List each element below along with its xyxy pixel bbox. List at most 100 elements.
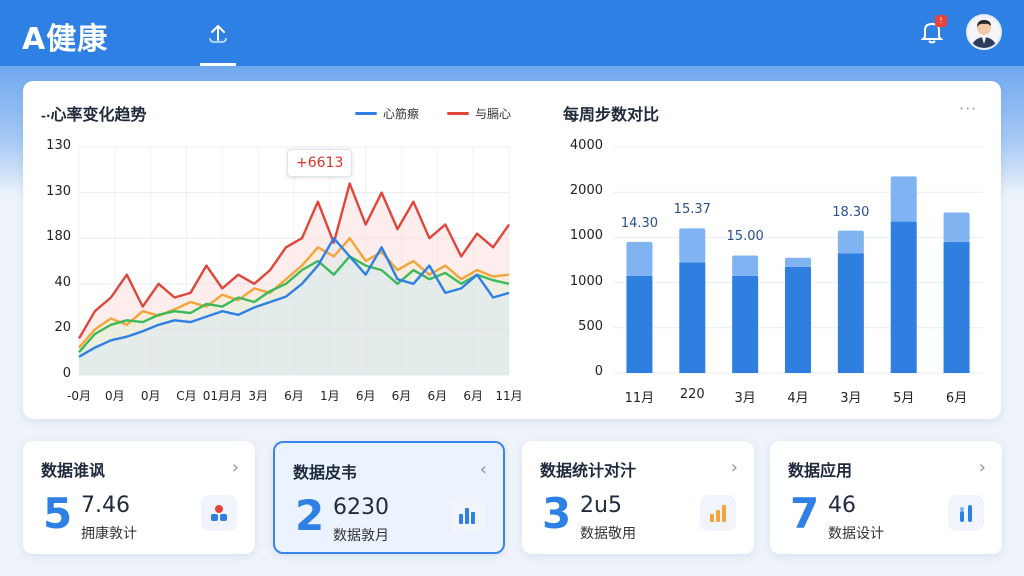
- bar-segment-top: [837, 230, 864, 254]
- bar-segment-main: [679, 262, 706, 373]
- bar-x-tick-label: 3月: [734, 391, 756, 406]
- line-x-tick-label: 6月: [391, 389, 412, 403]
- stat-icon-tile: [700, 495, 736, 531]
- bar-chart-title: 每周步数对比: [563, 105, 660, 124]
- line-x-tick-label: 3月: [248, 389, 268, 403]
- line-x-tick-label: 6月: [284, 389, 304, 403]
- stat-subtitle: 拥康敦计: [81, 526, 137, 542]
- bar-segment-main: [626, 275, 653, 373]
- chevron-right-icon[interactable]: ›: [731, 457, 738, 478]
- legend-item-2[interactable]: 与膈心: [447, 105, 511, 122]
- bar-y-tick-label: 0: [594, 364, 603, 379]
- line-x-tick-label: -0月: [67, 389, 91, 403]
- stat-title: 数据谁讽: [41, 461, 106, 480]
- bar-data-label: 15.00: [726, 229, 764, 245]
- stat-subtitle: 数据敬用: [580, 526, 636, 542]
- stat-value: 46: [828, 493, 856, 518]
- bar-y-tick-label: 1000: [569, 273, 603, 289]
- line-x-tick-label: 6月: [427, 389, 448, 403]
- legend-swatch-2: [447, 112, 469, 115]
- legend-label-1: 心筋瘵: [383, 107, 420, 121]
- tooltip-value: +6613: [296, 155, 344, 171]
- line-y-tick-label: 20: [54, 320, 71, 336]
- bar-segment-main: [732, 275, 759, 373]
- legend-label-2: 与膈心: [475, 107, 512, 121]
- stat-big-number: 5: [43, 489, 73, 538]
- bar-segment-main: [837, 253, 864, 373]
- bar-segment-top: [785, 257, 811, 267]
- bar-y-tick-label: 500: [578, 318, 603, 334]
- bar-segment-top: [943, 212, 970, 242]
- bar-chart-plot: [613, 146, 983, 374]
- top-bar: A健康 !: [0, 0, 1024, 66]
- bar-segment-main: [785, 266, 811, 373]
- bar-segment-top: [890, 176, 917, 222]
- bar-segment-top: [626, 241, 653, 276]
- bar-x-tick-label: 11月: [624, 391, 655, 406]
- legend-item-1[interactable]: 心筋瘵: [355, 105, 419, 122]
- legend-swatch-1: [355, 112, 377, 115]
- bar-y-tick-label: 2000: [569, 183, 603, 199]
- line-chart-title-text: 心率变化趋势: [50, 105, 147, 124]
- line-x-tick-label: 6月: [355, 389, 376, 403]
- line-x-tick-label: C月: [176, 389, 197, 403]
- app-logo[interactable]: A健康: [22, 14, 108, 58]
- upload-icon: [209, 24, 227, 43]
- stat-card[interactable]: 数据应用 › 7 46 数据设计: [770, 441, 1002, 554]
- stat-card[interactable]: 数据统计对汁 › 3 2u5 数据敬用: [522, 441, 754, 554]
- bar-x-tick-label: 3月: [840, 391, 862, 406]
- bar-segment-main: [943, 241, 970, 373]
- stat-subtitle: 数据敦月: [333, 528, 389, 544]
- nav-tab-home[interactable]: [200, 16, 236, 66]
- bar-x-tick-label: 6月: [945, 391, 968, 406]
- stat-icon-tile: [201, 495, 237, 531]
- line-chart-title-prefix: -·: [41, 109, 51, 123]
- more-icon[interactable]: ···: [959, 99, 977, 118]
- bar-segment-top: [679, 228, 706, 263]
- stat-value: 6230: [333, 495, 389, 520]
- charts-card: -·心率变化趋势 心筋瘵 与膈心 +6613 每周步数对比 ··· 130 130…: [23, 81, 1001, 419]
- line-y-tick-label: 130: [46, 138, 71, 153]
- stat-big-number: 7: [790, 489, 820, 538]
- chevron-left-icon[interactable]: ‹: [480, 459, 487, 480]
- stat-value: 7.46: [81, 493, 130, 518]
- user-avatar-icon: [971, 20, 997, 48]
- line-x-tick-label: 6月: [463, 389, 483, 403]
- bar-x-tick-label: 5月: [893, 391, 915, 406]
- bar-x-tick-label: 220: [679, 387, 705, 402]
- stat-title: 数据统计对汁: [540, 461, 637, 480]
- stat-card[interactable]: 数据皮韦 ‹ 2 6230 数据敦月: [273, 441, 505, 554]
- stat-card[interactable]: 数据谁讽 › 5 7.46 拥康敦计: [23, 441, 255, 554]
- bar-data-label: 18.30: [832, 204, 870, 220]
- bar-data-label: 14.30: [620, 215, 659, 231]
- line-x-tick-label: 0月: [140, 389, 161, 403]
- notification-badge: !: [935, 15, 947, 27]
- line-x-tick-label: 0月: [105, 389, 125, 403]
- stat-value: 2u5: [580, 493, 622, 518]
- bar-y-tick-label: 1000: [569, 228, 603, 244]
- bar-data-label: 15.37: [673, 202, 711, 218]
- stat-title: 数据皮韦: [293, 463, 358, 482]
- stat-subtitle: 数据设计: [828, 526, 884, 542]
- chevron-right-icon[interactable]: ›: [979, 457, 986, 478]
- line-y-tick-label: 40: [54, 274, 71, 290]
- chevron-right-icon[interactable]: ›: [232, 457, 239, 478]
- line-x-tick-label: 1月: [320, 389, 340, 403]
- orange-bar-icon: [710, 505, 726, 522]
- chart-tooltip: +6613: [287, 149, 353, 177]
- pie-icon: [211, 505, 227, 521]
- avatar[interactable]: [966, 14, 1002, 50]
- notification-bell[interactable]: !: [918, 15, 947, 46]
- stat-big-number: 3: [542, 489, 572, 538]
- column-icon: [960, 505, 972, 522]
- line-x-tick-label: 01月月: [202, 389, 242, 403]
- line-x-tick-label: 11月: [495, 389, 523, 403]
- line-chart-plot: [77, 146, 510, 376]
- line-y-tick-label: 130: [46, 183, 71, 199]
- stat-icon-tile: [449, 497, 485, 533]
- bar-x-tick-label: 4月: [787, 391, 809, 406]
- bar-y-tick-label: 4000: [569, 138, 603, 153]
- line-y-tick-label: 0: [62, 366, 71, 381]
- line-chart-title: -·心率变化趋势: [41, 101, 147, 125]
- line-y-tick-label: 180: [46, 229, 71, 245]
